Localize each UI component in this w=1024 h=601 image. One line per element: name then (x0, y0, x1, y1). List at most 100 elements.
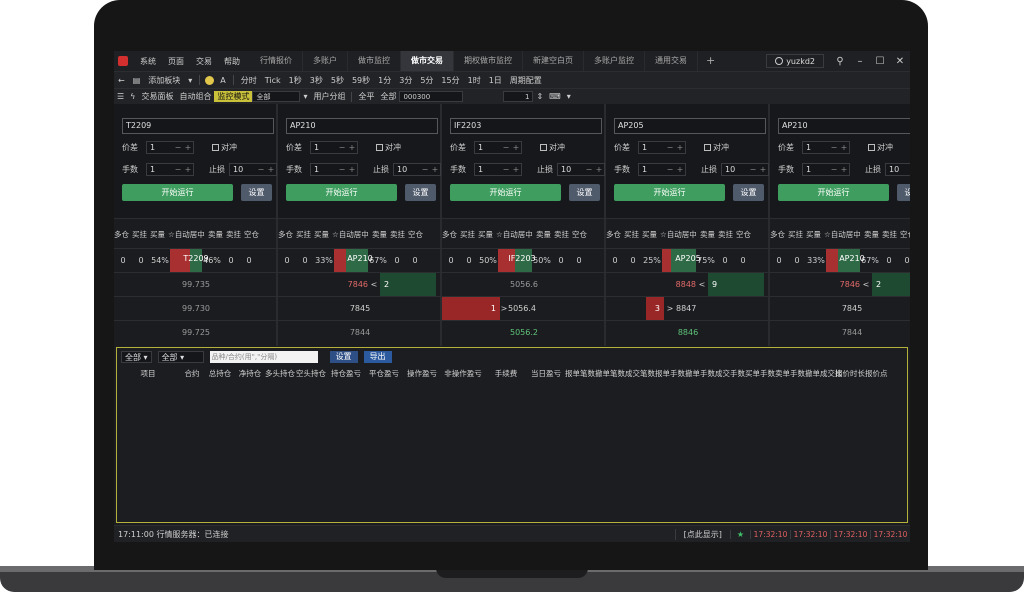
filter-select-2[interactable]: 全部 ▾ (157, 351, 204, 363)
col-auto-center[interactable]: ☆自动居中 (332, 229, 372, 240)
period-7[interactable]: 3分 (395, 75, 416, 86)
plus-icon[interactable]: + (183, 143, 193, 152)
maximize-icon[interactable]: ☐ (870, 56, 890, 67)
column-header[interactable]: 撤单笔数 (595, 368, 625, 379)
col-auto-center[interactable]: ☆自动居中 (168, 229, 208, 240)
minus-icon[interactable]: − (256, 165, 266, 174)
settings-button[interactable]: 设置 (569, 184, 600, 201)
column-header[interactable]: 净持仓 (235, 368, 265, 379)
price-row[interactable]: 8848 < 9 (606, 272, 770, 297)
column-header[interactable]: 总持仓 (205, 368, 235, 379)
dropdown-icon[interactable]: ▾ (184, 76, 196, 85)
start-button[interactable]: 开始运行 (778, 184, 889, 201)
price-row[interactable]: 7845 (770, 296, 910, 320)
close-icon[interactable]: ✕ (890, 56, 910, 67)
qty-stepper[interactable]: 1 (503, 91, 534, 102)
stepper-arrows-icon[interactable]: ⇕ (533, 92, 546, 101)
price-row[interactable]: 7845 (278, 296, 442, 320)
lots-stepper[interactable]: 1 − + (638, 163, 686, 176)
period-5[interactable]: 59秒 (348, 75, 374, 86)
tab-option-mm-monitor[interactable]: 期权做市监控 (454, 51, 523, 71)
column-header[interactable]: 卖单手数 (775, 368, 805, 379)
stop-stepper[interactable]: 10−+ (885, 163, 910, 176)
minus-icon[interactable]: − (829, 143, 839, 152)
start-button[interactable]: 开始运行 (614, 184, 725, 201)
settings-button[interactable]: 设置 (241, 184, 272, 201)
filter-select-1[interactable]: 全部 ▾ (121, 351, 152, 363)
column-header[interactable]: 操作盈亏 (403, 368, 441, 379)
column-header[interactable]: 买单手数 (745, 368, 775, 379)
col-auto-center[interactable]: ☆自动居中 (824, 229, 864, 240)
tab-new-blank[interactable]: 新建空白页 (523, 51, 584, 71)
minus-icon[interactable]: − (665, 143, 675, 152)
column-header[interactable]: 手续费 (485, 368, 527, 379)
auto-combo-button[interactable]: 自动组合 (176, 91, 214, 102)
add-tab-button[interactable]: + (698, 51, 723, 71)
period-9[interactable]: 15分 (437, 75, 463, 86)
hedge-checkbox[interactable] (704, 144, 711, 151)
chevron-down-icon[interactable]: ▾ (300, 92, 310, 101)
trade-panel-button[interactable]: 交易面板 (138, 91, 176, 102)
lots-stepper[interactable]: 1 − + (310, 163, 358, 176)
stop-stepper[interactable]: 10−+ (557, 163, 605, 176)
pin-icon[interactable]: ⚲ (830, 56, 850, 67)
minus-icon[interactable]: − (337, 143, 347, 152)
menu-system[interactable]: 系统 (134, 56, 162, 67)
back-arrow-icon[interactable]: ← (114, 76, 129, 85)
column-header[interactable]: 合约 (179, 368, 205, 379)
lots-stepper[interactable]: 1 − + (802, 163, 850, 176)
minimize-icon[interactable]: – (850, 56, 870, 67)
period-0[interactable]: 分时 (237, 75, 261, 86)
column-header[interactable]: 报价点 (865, 368, 888, 379)
chevron-down-icon[interactable]: ▾ (564, 92, 574, 101)
menu-page[interactable]: 页面 (162, 56, 190, 67)
spread-stepper[interactable]: 1 − + (638, 141, 686, 154)
bid-qty[interactable]: 1 (442, 296, 500, 321)
start-button[interactable]: 开始运行 (450, 184, 561, 201)
spread-stepper[interactable]: 1 − + (310, 141, 358, 154)
menu-trade[interactable]: 交易 (190, 56, 218, 67)
plus-icon[interactable]: + (183, 165, 193, 174)
tab-mm-trade[interactable]: 做市交易 (401, 51, 454, 71)
column-header[interactable]: 非操作盈亏 (441, 368, 485, 379)
show-toggle[interactable]: [点此显示] (674, 528, 730, 540)
column-header[interactable]: 空头持仓 (295, 368, 327, 379)
tab-general-trade[interactable]: 通用交易 (645, 51, 698, 71)
contract-input[interactable]: AP210 (286, 118, 438, 134)
period-config[interactable]: 周期配置 (506, 75, 546, 86)
period-3[interactable]: 3秒 (306, 75, 327, 86)
scope-select[interactable]: 全部 (252, 91, 301, 102)
spread-stepper[interactable]: 1 − + (474, 141, 522, 154)
column-header[interactable]: 报单手数 (655, 368, 685, 379)
tab-quotes[interactable]: 行情报价 (250, 51, 303, 71)
period-2[interactable]: 1秒 (285, 75, 306, 86)
keyboard-icon[interactable]: ⌨ (546, 92, 564, 101)
plus-icon[interactable]: + (675, 143, 685, 152)
add-board-button[interactable]: 添加板块 (144, 75, 184, 86)
price-row[interactable]: 99.725 (114, 320, 278, 344)
minus-icon[interactable]: − (748, 165, 758, 174)
plus-icon[interactable]: + (266, 165, 276, 174)
column-header[interactable]: 多头持仓 (265, 368, 295, 379)
column-header[interactable]: 项目 (117, 368, 179, 379)
settings-button[interactable]: 设置 (733, 184, 764, 201)
plus-icon[interactable]: + (430, 165, 440, 174)
tab-multi-account-monitor[interactable]: 多账户监控 (584, 51, 645, 71)
spread-stepper[interactable]: 1 − + (146, 141, 194, 154)
plus-icon[interactable]: + (675, 165, 685, 174)
tab-mm-monitor[interactable]: 做市监控 (348, 51, 401, 71)
period-8[interactable]: 5分 (416, 75, 437, 86)
user-badge[interactable]: yuzkd2 (766, 54, 824, 68)
minus-icon[interactable]: − (337, 165, 347, 174)
column-header[interactable]: 报单笔数 (565, 368, 595, 379)
contract-input[interactable]: IF2203 (450, 118, 602, 134)
minus-icon[interactable]: − (501, 165, 511, 174)
price-row[interactable]: 7844 (278, 320, 442, 344)
minus-icon[interactable]: − (173, 143, 183, 152)
price-row[interactable]: 7846 < 2 (278, 272, 442, 297)
hedge-checkbox[interactable] (868, 144, 875, 151)
tab-multi-account[interactable]: 多账户 (303, 51, 348, 71)
contract-input[interactable]: T2209 (122, 118, 274, 134)
minus-icon[interactable]: − (501, 143, 511, 152)
bid-qty[interactable]: 3 (646, 296, 664, 321)
